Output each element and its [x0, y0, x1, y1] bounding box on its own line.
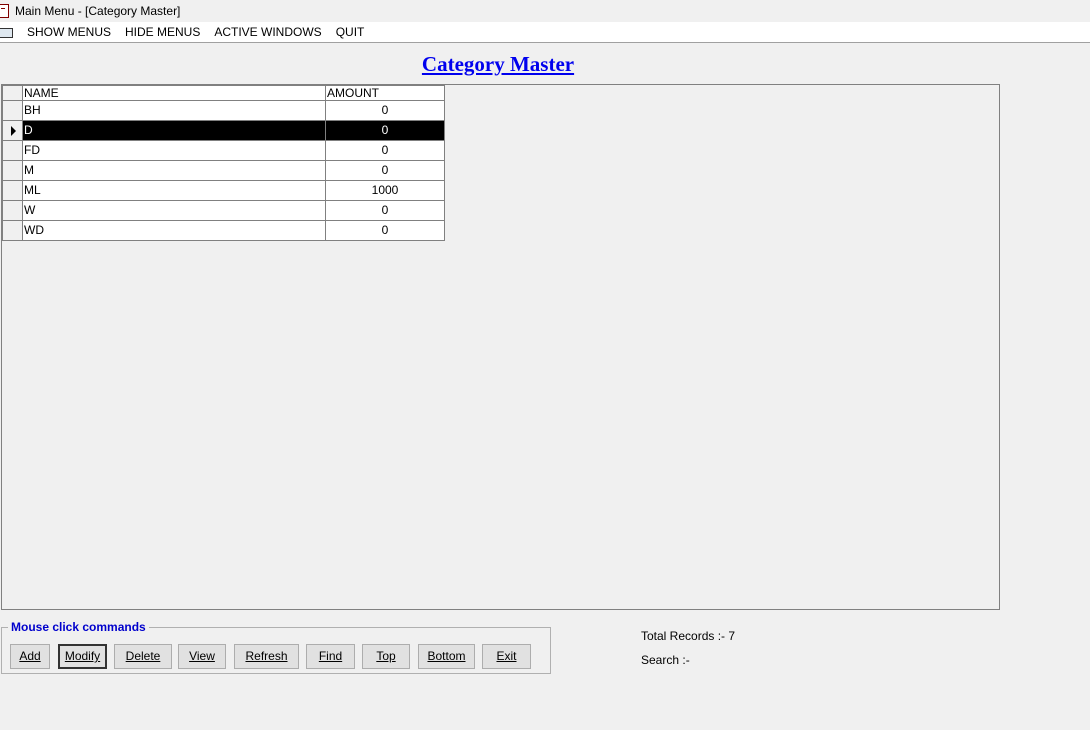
- menu-quit[interactable]: QUIT: [329, 25, 372, 39]
- data-grid[interactable]: NAME AMOUNT BH 0 D 0 FD 0 M 0 ML 1000 W 0 WD 0: [1, 84, 1000, 610]
- column-header-amount[interactable]: AMOUNT: [325, 85, 445, 101]
- table-row[interactable]: ML 1000: [2, 180, 445, 201]
- window-title: Main Menu - [Category Master]: [15, 4, 181, 18]
- table-row[interactable]: M0: [2, 160, 445, 181]
- page-title: Category Master: [421, 52, 575, 76]
- amount-cell[interactable]: 0: [325, 220, 445, 241]
- row-selector[interactable]: [2, 180, 23, 201]
- menu-show-menus[interactable]: SHOW MENUS: [20, 25, 118, 39]
- name-cell[interactable]: M: [22, 160, 326, 181]
- table-row[interactable]: D0: [2, 120, 445, 141]
- row-pointer-icon: [11, 125, 16, 136]
- name-cell[interactable]: D: [22, 120, 326, 141]
- amount-cell[interactable]: 0: [325, 120, 445, 141]
- mouse-commands-group: Mouse click commands Add Modify Delete V…: [1, 620, 551, 674]
- category-table: NAME AMOUNT BH 0 D 0 FD 0 M 0 ML 1000 W 0 WD 0: [2, 85, 445, 241]
- refresh-button[interactable]: Refresh: [234, 644, 299, 669]
- column-header-name[interactable]: NAME: [22, 85, 326, 101]
- delete-button[interactable]: Delete: [114, 644, 172, 669]
- amount-cell[interactable]: 0: [325, 140, 445, 161]
- exit-button[interactable]: Exit: [482, 644, 531, 669]
- menu-hide-menus[interactable]: HIDE MENUS: [118, 25, 207, 39]
- amount-cell[interactable]: 1000: [325, 180, 445, 201]
- menu-active-windows[interactable]: ACTIVE WINDOWS: [207, 25, 328, 39]
- top-button[interactable]: Top: [362, 644, 410, 669]
- row-selector[interactable]: [2, 100, 23, 121]
- commands-legend: Mouse click commands: [8, 620, 149, 634]
- name-cell[interactable]: FD: [22, 140, 326, 161]
- table-row[interactable]: WD 0: [2, 220, 445, 241]
- name-cell[interactable]: WD: [22, 220, 326, 241]
- table-row[interactable]: FD 0: [2, 140, 445, 161]
- row-selector-header: [2, 85, 23, 101]
- row-selector[interactable]: [2, 200, 23, 221]
- add-button[interactable]: Add: [10, 644, 50, 669]
- table-row[interactable]: BH 0: [2, 100, 445, 121]
- amount-cell[interactable]: 0: [325, 100, 445, 121]
- row-selector[interactable]: [2, 220, 23, 241]
- row-selector[interactable]: [2, 160, 23, 181]
- menu-toolbar-icon: [0, 26, 14, 38]
- total-records-label: Total Records :- 7: [641, 629, 736, 643]
- row-selector[interactable]: [2, 140, 23, 161]
- amount-cell[interactable]: 0: [325, 160, 445, 181]
- table-row[interactable]: W0: [2, 200, 445, 221]
- amount-cell[interactable]: 0: [325, 200, 445, 221]
- modify-button[interactable]: Modify: [58, 644, 107, 669]
- name-cell[interactable]: BH: [22, 100, 326, 121]
- title-bar: Main Menu - [Category Master]: [0, 0, 1090, 22]
- app-window-icon: [0, 4, 9, 18]
- bottom-button[interactable]: Bottom: [418, 644, 475, 669]
- name-cell[interactable]: ML: [22, 180, 326, 201]
- row-selector[interactable]: [2, 120, 23, 141]
- menu-bar: SHOW MENUS HIDE MENUS ACTIVE WINDOWS QUI…: [0, 22, 1090, 43]
- search-label: Search :-: [641, 653, 690, 667]
- name-cell[interactable]: W: [22, 200, 326, 221]
- find-button[interactable]: Find: [306, 644, 355, 669]
- view-button[interactable]: View: [178, 644, 226, 669]
